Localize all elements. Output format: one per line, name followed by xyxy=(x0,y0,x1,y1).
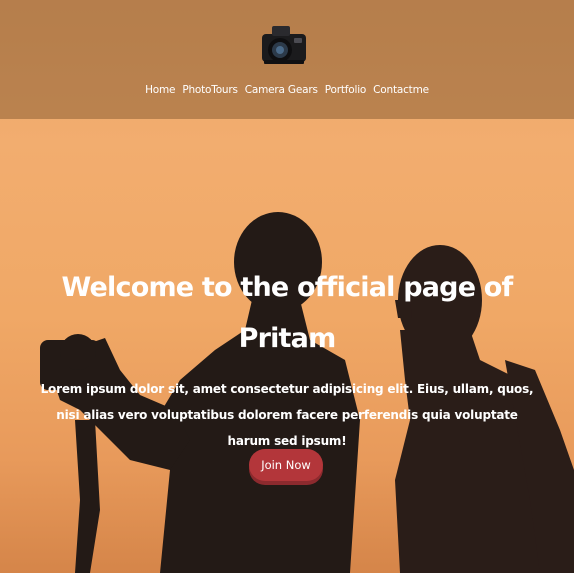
camera-logo-icon[interactable] xyxy=(258,20,310,70)
nav-portfolio[interactable]: Portfolio xyxy=(325,84,367,100)
join-now-button[interactable]: Join Now xyxy=(249,449,323,481)
hero-title: Welcome to the official page of Pritam xyxy=(61,272,514,354)
nav-phototours[interactable]: PhotoTours xyxy=(182,84,238,100)
site-header: Home PhotoTours Camera Gears Portfolio C… xyxy=(0,0,574,119)
nav-camera-gears[interactable]: Camera Gears xyxy=(245,84,318,100)
main-nav: Home PhotoTours Camera Gears Portfolio C… xyxy=(0,84,574,100)
hero-description: Lorem ipsum dolor sit, amet consectetur … xyxy=(40,382,534,448)
nav-contactme[interactable]: Contactme xyxy=(373,84,429,100)
nav-home[interactable]: Home xyxy=(145,84,175,100)
